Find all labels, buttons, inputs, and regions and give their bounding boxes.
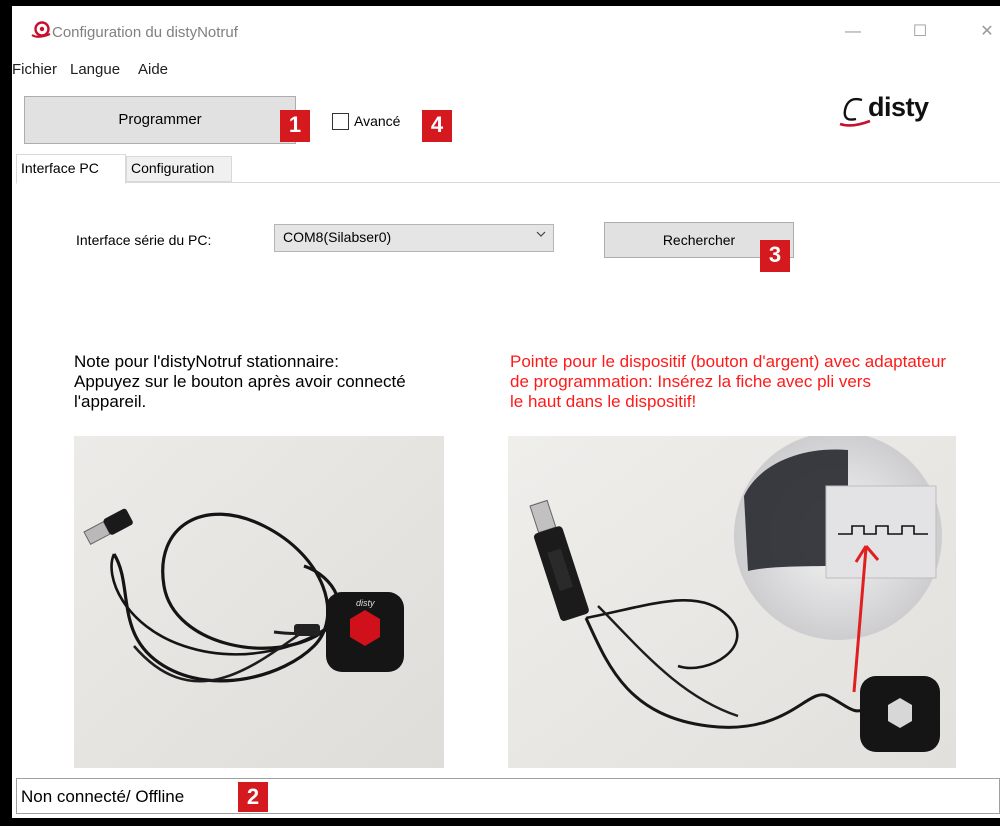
frame-bottom-border <box>0 818 1000 826</box>
adapter-warning-line: Pointe pour le dispositif (bouton d'arge… <box>510 352 947 371</box>
disty-app-icon <box>31 21 51 38</box>
callout-badge-3: 3 <box>760 240 790 272</box>
svg-text:disty: disty <box>356 598 375 608</box>
minimize-button[interactable]: — <box>838 18 868 46</box>
tab-configuration[interactable]: Configuration <box>126 156 232 182</box>
menu-aide[interactable]: Aide <box>138 61 168 78</box>
window-title: Configuration du distyNotruf <box>52 24 238 41</box>
stationary-device-illustration: disty <box>74 436 444 768</box>
disty-logo: disty <box>838 92 958 132</box>
menu-fichier[interactable]: Fichier <box>12 61 57 78</box>
connection-status: Non connecté/ Offline <box>21 787 185 806</box>
tab-interface-pc[interactable]: Interface PC <box>16 154 126 184</box>
serial-interface-label: Interface série du PC: <box>76 232 212 248</box>
adapter-warning-note: Pointe pour le dispositif (bouton d'arge… <box>510 352 1000 412</box>
stationary-note-line: l'appareil. <box>74 392 147 411</box>
menu-langue[interactable]: Langue <box>70 61 120 78</box>
frame-left-border <box>0 0 12 826</box>
status-bar: Non connecté/ Offline <box>16 778 1000 814</box>
callout-badge-4: 4 <box>422 110 452 142</box>
stationary-note: Note pour l'distyNotruf stationnaire: Ap… <box>74 352 494 412</box>
programmer-button[interactable]: Programmer <box>24 96 296 144</box>
stationary-device-photo: disty <box>74 436 444 768</box>
callout-badge-2: 2 <box>238 782 268 812</box>
title-bar: Configuration du distyNotruf — ☐ ✕ <box>12 6 1000 56</box>
chevron-down-icon <box>536 231 546 237</box>
maximize-button[interactable]: ☐ <box>905 18 935 46</box>
stationary-note-line: Appuyez sur le bouton après avoir connec… <box>74 372 406 391</box>
advanced-label[interactable]: Avancé <box>354 113 400 129</box>
serial-port-select[interactable]: COM8(Silabser0) <box>274 224 554 252</box>
callout-badge-1: 1 <box>280 110 310 142</box>
adapter-warning-line: le haut dans le dispositif! <box>510 392 697 411</box>
tab-divider <box>16 182 1000 183</box>
disty-logo-swoosh-icon <box>839 97 871 127</box>
close-button[interactable]: ✕ <box>972 18 1000 46</box>
stationary-note-line: Note pour l'distyNotruf stationnaire: <box>74 352 339 371</box>
serial-port-value: COM8(Silabser0) <box>283 229 392 245</box>
adapter-device-illustration <box>508 436 956 768</box>
adapter-device-photo <box>508 436 956 768</box>
advanced-checkbox[interactable] <box>332 113 349 130</box>
adapter-warning-line: de programmation: Insérez la fiche avec … <box>510 372 871 391</box>
app-window: Configuration du distyNotruf — ☐ ✕ Fichi… <box>12 6 1000 818</box>
disty-logo-text: disty <box>868 92 929 122</box>
